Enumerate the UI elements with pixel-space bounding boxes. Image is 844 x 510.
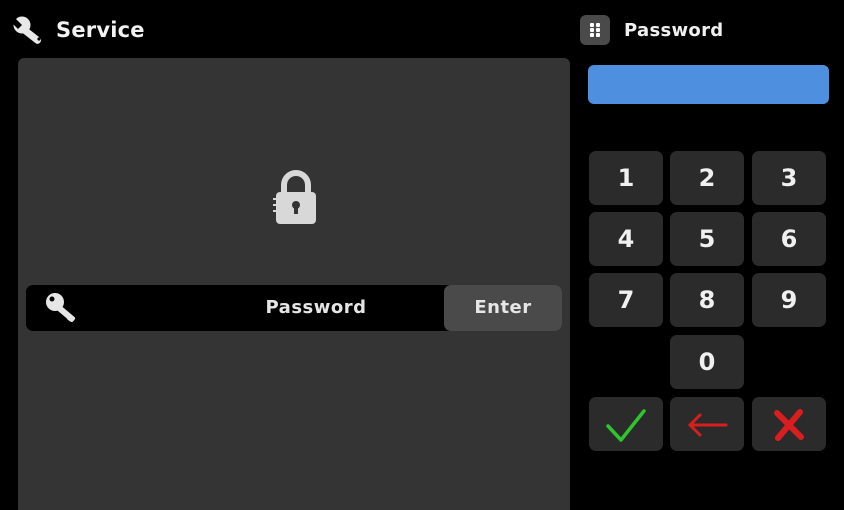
key-3[interactable]: 3 <box>752 151 826 205</box>
grid-dots-icon[interactable] <box>580 15 610 45</box>
key-7[interactable]: 7 <box>589 273 663 327</box>
keypad-title: Password <box>624 19 724 41</box>
lock-icon <box>273 170 316 224</box>
page-title: Service <box>56 18 145 42</box>
password-display <box>588 65 829 104</box>
key-icon <box>46 293 76 322</box>
page-title-group: Service <box>12 14 145 46</box>
key-9[interactable]: 9 <box>752 273 826 327</box>
keypad-header: Password <box>580 15 723 45</box>
cancel-button[interactable] <box>752 397 826 451</box>
x-icon <box>774 409 804 441</box>
key-1[interactable]: 1 <box>589 151 663 205</box>
key-4[interactable]: 4 <box>589 212 663 266</box>
password-label: Password <box>265 297 367 318</box>
checkmark-icon <box>606 409 646 442</box>
key-2[interactable]: 2 <box>670 151 744 205</box>
backspace-button[interactable] <box>670 397 744 451</box>
key-8[interactable]: 8 <box>670 273 744 327</box>
arrow-left-icon <box>688 413 728 437</box>
key-0[interactable]: 0 <box>670 335 744 389</box>
enter-button[interactable]: Enter <box>444 285 562 331</box>
key-5[interactable]: 5 <box>670 212 744 266</box>
confirm-button[interactable] <box>589 397 663 451</box>
main-panel: Password Enter <box>18 58 570 510</box>
header-bar: Service Password <box>0 0 844 58</box>
password-row[interactable]: Password Enter <box>26 285 562 331</box>
wrench-icon <box>13 16 42 44</box>
key-6[interactable]: 6 <box>752 212 826 266</box>
